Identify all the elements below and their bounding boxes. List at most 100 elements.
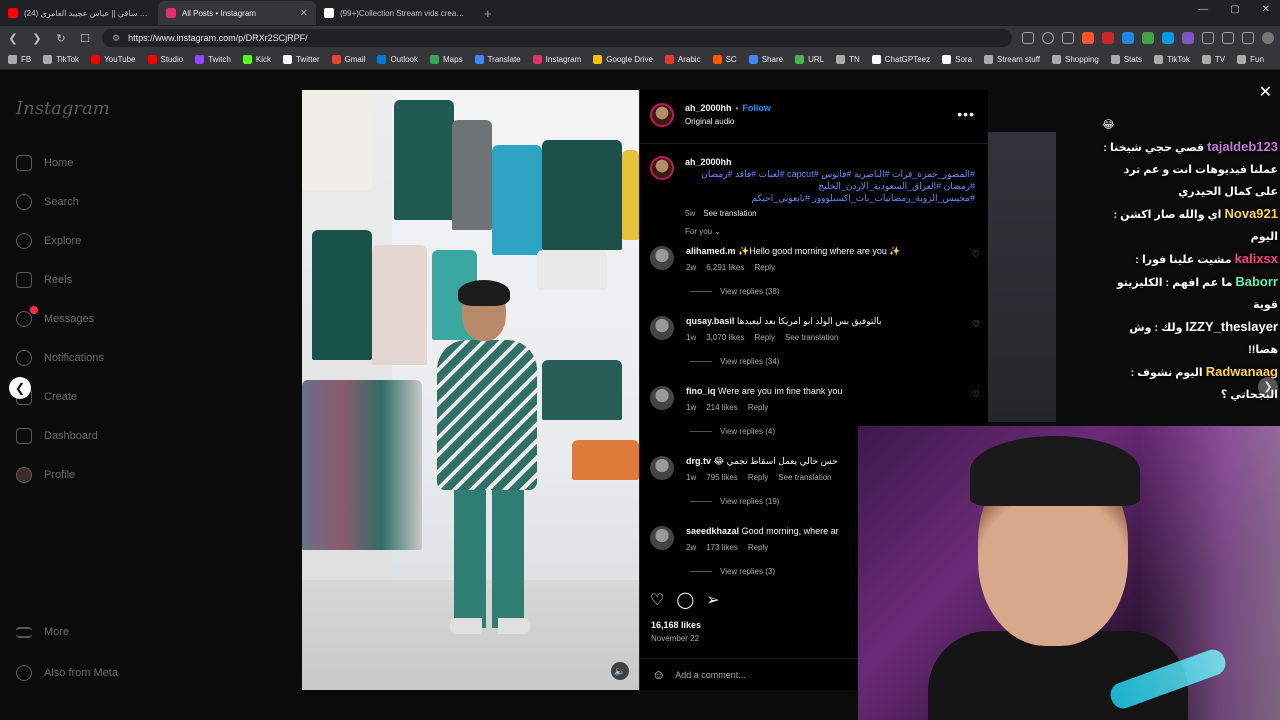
reel-video[interactable]: 🔈 [302,90,639,690]
bookmark-item[interactable]: TV [1201,55,1225,64]
bookmark-item[interactable]: SC [712,55,737,64]
caption-username[interactable]: ah_2000hh [685,157,732,167]
sidebar-item-messages[interactable]: Messages [16,306,94,327]
tab-tiktok[interactable]: (99+)Collection Stream vids created [316,1,474,25]
sort-dropdown[interactable]: For you ⌄ [685,227,721,236]
sidebar-item-dashboard[interactable]: Dashboard [16,428,98,444]
new-tab-button[interactable]: + [474,6,502,21]
bookmark-item[interactable]: TikTok [43,55,79,64]
bookmark-icon[interactable]: ☐ [78,32,92,45]
reply-button[interactable]: Reply [754,333,774,342]
comment-like-heart-icon[interactable]: ♡ [972,319,980,330]
cast-icon[interactable] [1022,32,1034,44]
next-reel-thumbnail[interactable] [988,132,1056,422]
bookmark-item[interactable]: Studio [147,55,183,64]
comment-input[interactable]: Add a comment... [675,670,746,680]
extension-purple-icon[interactable] [1182,32,1194,44]
reply-button[interactable]: Reply [748,403,768,412]
comment-likes[interactable]: 6,291 likes [706,263,744,272]
bookmark-item[interactable]: Fun [1237,55,1264,64]
view-replies-button[interactable]: View replies (19) [690,497,779,506]
tab-youtube[interactable]: (24) احمل ساقي || عباس عجيبد العامري [0,1,158,25]
bookmark-item[interactable]: Arabic [664,55,701,64]
brave-shield-icon[interactable] [1082,32,1094,44]
sidebar-item-reels[interactable]: Reels [16,272,72,288]
bookmark-item[interactable]: FB [8,55,31,64]
follow-button[interactable]: Follow [742,103,771,113]
commenter-avatar[interactable] [650,316,674,340]
commenter-avatar[interactable] [650,246,674,270]
profile-avatar-icon[interactable] [1262,32,1274,44]
previous-post-button[interactable]: ❮ [9,377,31,399]
commenter-username[interactable]: saeedkhazal [686,526,739,536]
minimize-icon[interactable]: — [1198,4,1208,15]
tab-instagram[interactable]: All Posts • Instagram ✕ [158,1,316,25]
close-modal-icon[interactable]: ✕ [1259,82,1272,102]
bookmark-item[interactable]: Twitter [282,55,320,64]
view-replies-button[interactable]: View replies (34) [690,357,779,366]
sidebar-item-more[interactable]: More [16,626,69,638]
close-window-icon[interactable]: ✕ [1262,4,1270,15]
bookmark-item[interactable]: Google Drive [593,55,653,64]
commenter-username[interactable]: drg.tv [686,456,711,466]
reply-button[interactable]: Reply [754,263,774,272]
reload-icon[interactable]: ↻ [54,32,68,45]
commenter-username[interactable]: alihamed.m [686,246,736,256]
bookmark-item[interactable]: Instagram [532,55,581,64]
comment-like-heart-icon[interactable]: ♡ [972,389,980,400]
sidebar-item-notifications[interactable]: Notifications [16,350,104,366]
comment-bubble-icon[interactable]: ◯ [676,590,694,610]
commenter-avatar[interactable] [650,386,674,410]
comment-likes[interactable]: 795 likes [706,473,738,482]
view-replies-button[interactable]: View replies (38) [690,287,779,296]
extension-cyan-icon[interactable] [1162,32,1174,44]
bookmark-item[interactable]: Stats [1110,55,1142,64]
extension-blue-icon[interactable] [1122,32,1134,44]
bookmark-item[interactable]: Outlook [377,55,418,64]
close-tab-icon[interactable]: ✕ [300,8,308,19]
bookmark-item[interactable]: TN [836,55,860,64]
comment-likes[interactable]: 214 likes [706,403,738,412]
sidebar-item-profile[interactable]: Profile [16,467,75,483]
url-field[interactable]: ⚙ https://www.instagram.com/p/DRXr2SCjRP… [102,29,1012,47]
commenter-username[interactable]: qusay.basil [686,316,734,326]
reply-button[interactable]: Reply [748,473,768,482]
view-replies-button[interactable]: View replies (3) [690,567,775,576]
bookmark-item[interactable]: ChatGPTeez [871,55,930,64]
bookmark-item[interactable]: Kick [242,55,271,64]
sidebar-item-home[interactable]: Home [16,155,73,171]
zoom-icon[interactable] [1042,32,1054,44]
bookmark-item[interactable]: Twitch [195,55,231,64]
bookmark-item[interactable]: Stream stuff [984,55,1040,64]
bookmark-item[interactable]: Share [748,55,783,64]
maximize-icon[interactable]: ▢ [1230,4,1239,15]
bookmark-item[interactable]: TikTok [1154,55,1190,64]
share-paper-plane-icon[interactable]: ➢ [706,590,719,610]
bookmark-item[interactable]: Sora [942,55,972,64]
see-translation-link[interactable]: See translation [778,473,831,482]
sidebar-item-explore[interactable]: Explore [16,233,81,249]
forward-icon[interactable]: ❯ [30,32,44,45]
reply-button[interactable]: Reply [748,543,768,552]
likes-count[interactable]: 16,168 likes [651,620,701,630]
site-info-icon[interactable]: ⚙ [112,33,120,44]
bookmark-item[interactable]: YouTube [91,55,136,64]
sidebar-item-search[interactable]: Search [16,194,79,210]
commenter-avatar[interactable] [650,456,674,480]
comment-like-heart-icon[interactable]: ♡ [972,249,980,260]
puzzle-icon[interactable] [1202,32,1214,44]
music-icon[interactable] [1242,32,1254,44]
author-username[interactable]: ah_2000hh [685,103,732,113]
bookmark-item[interactable]: Maps [430,55,463,64]
comment-likes[interactable]: 173 likes [706,543,738,552]
sidebar-icon[interactable] [1222,32,1234,44]
view-replies-button[interactable]: View replies (4) [690,427,775,436]
author-avatar[interactable] [650,103,674,127]
caption-avatar[interactable] [650,156,674,180]
bookmark-item[interactable]: URL [795,55,824,64]
brave-rewards-icon[interactable] [1102,32,1114,44]
comment-likes[interactable]: 3,070 likes [706,333,744,342]
see-translation-link[interactable]: See translation [703,208,756,220]
extension-green-icon[interactable] [1142,32,1154,44]
commenter-username[interactable]: fino_iq [686,386,716,396]
